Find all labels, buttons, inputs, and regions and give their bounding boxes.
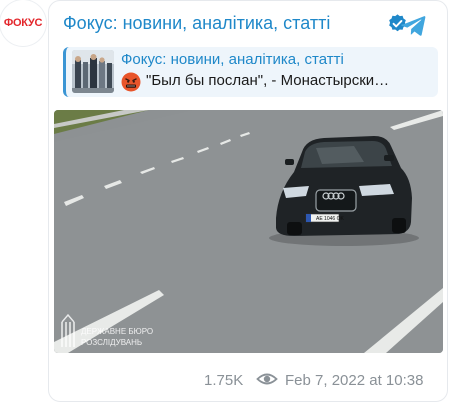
forwarded-thumbnail bbox=[72, 50, 114, 93]
eye-icon bbox=[256, 373, 278, 385]
angry-face-icon bbox=[121, 72, 141, 92]
view-count: 1.75K bbox=[204, 372, 244, 389]
license-plate: AE 1046 OK bbox=[316, 216, 344, 222]
telegram-logo-icon[interactable] bbox=[400, 11, 428, 39]
watermark-line-2: РОЗСЛІДУВАНЬ bbox=[81, 338, 142, 347]
forwarded-message-text: "Был бы послан", - Монастырски… bbox=[146, 72, 390, 89]
watermark-line-1: ДЕРЖАВНЕ БЮРО bbox=[81, 327, 153, 336]
avatar-logo-text: ФОКУС bbox=[3, 17, 43, 29]
forwarded-message[interactable]: Фокус: новини, аналітика, статті "Был бы… bbox=[63, 47, 438, 97]
post-photo[interactable]: AE 1046 OK ДЕРЖАВНЕ БЮРО РОЗСЛІДУВАНЬ bbox=[54, 110, 443, 353]
channel-name-link[interactable]: Фокус: новини, аналітика, статті bbox=[63, 13, 330, 34]
post-card: Фокус: новини, аналітика, статті Фокус: … bbox=[48, 0, 448, 402]
post-date-link[interactable]: Feb 7, 2022 at 10:38 bbox=[285, 372, 423, 389]
channel-avatar[interactable]: ФОКУС bbox=[0, 0, 46, 46]
post-footer: 1.75K Feb 7, 2022 at 10:38 bbox=[49, 366, 447, 392]
post-header: Фокус: новини, аналітика, статті bbox=[49, 1, 447, 45]
forwarded-channel-title: Фокус: новини, аналітика, статті bbox=[121, 51, 344, 68]
